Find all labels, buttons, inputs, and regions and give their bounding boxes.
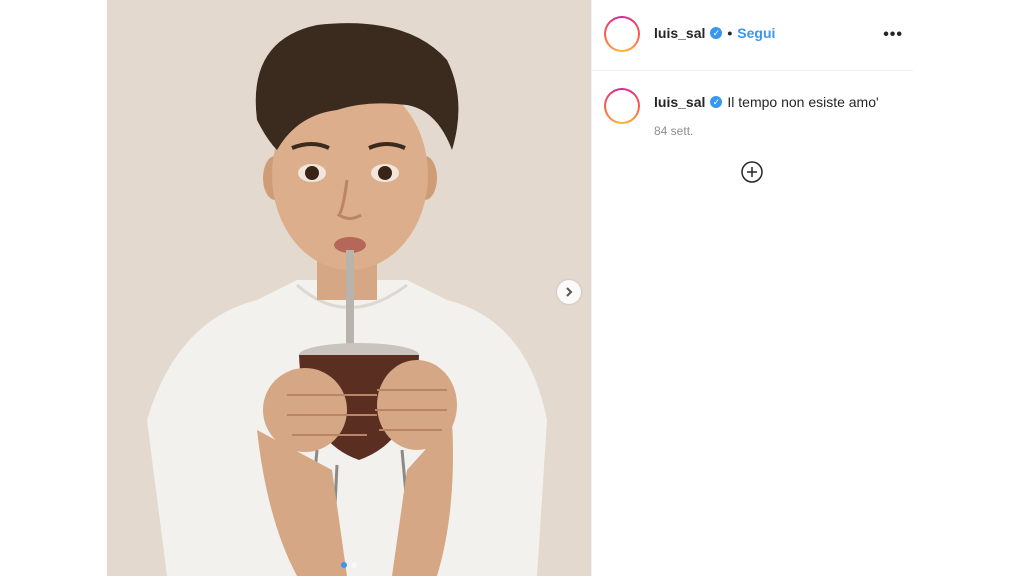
carousel-dot-active: [341, 562, 347, 568]
caption: luis_sal ✓ Il tempo non esiste amo': [654, 94, 879, 110]
circle-plus-icon: [741, 161, 763, 183]
follow-button[interactable]: Segui: [737, 25, 775, 41]
carousel-dot: [351, 562, 357, 568]
post-photo: [107, 0, 591, 576]
avatar[interactable]: [604, 16, 640, 52]
caption-avatar-image: [606, 90, 638, 122]
post-header: luis_sal ✓ • Segui •••: [592, 0, 913, 71]
instagram-post: luis_sal ✓ • Segui ••• luis_sal ✓ Il tem…: [107, 0, 913, 576]
caption-text: Il tempo non esiste amo': [727, 94, 879, 110]
verified-badge-icon: ✓: [710, 96, 723, 108]
next-slide-button[interactable]: [557, 280, 581, 304]
header-user-info: luis_sal ✓ • Segui: [654, 25, 775, 41]
carousel-indicator: [107, 562, 591, 568]
post-timestamp[interactable]: 84 sett.: [654, 124, 693, 138]
caption-username-link[interactable]: luis_sal: [654, 94, 705, 110]
post-media[interactable]: [107, 0, 591, 576]
avatar-image: [606, 18, 638, 50]
verified-badge-icon: ✓: [710, 27, 723, 39]
username-link[interactable]: luis_sal: [654, 25, 705, 41]
chevron-right-icon: [566, 287, 573, 297]
more-options-icon[interactable]: •••: [883, 26, 903, 44]
load-more-comments-button[interactable]: [740, 160, 764, 184]
separator-dot: •: [727, 25, 733, 41]
post-sidebar: luis_sal ✓ • Segui ••• luis_sal ✓ Il tem…: [591, 0, 913, 576]
caption-avatar[interactable]: [604, 88, 640, 124]
